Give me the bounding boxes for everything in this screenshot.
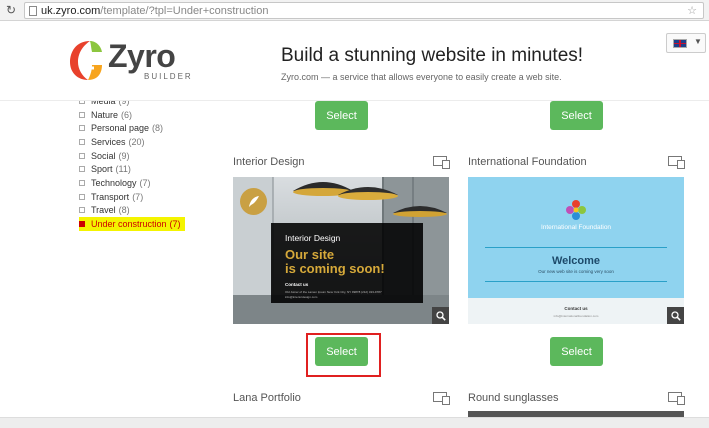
select-button[interactable]: Select [315,101,368,130]
thumb-footer: Contact us info@internationalfoundation.… [468,298,684,324]
checkbox[interactable] [79,111,85,118]
thumb-address: Old Joiner of the Lamen Ipsum New York C… [285,290,382,294]
checkbox[interactable] [79,138,85,145]
thumb-headline-1: Our site [285,247,335,262]
flower-logo-icon [566,200,586,220]
category-nature[interactable]: Nature (6) [79,108,199,122]
checkbox[interactable] [79,221,85,228]
thumb-email: info@interiordesign.com [285,295,318,299]
checkbox[interactable] [79,125,85,132]
category-personal-page[interactable]: Personal page (8) [79,121,199,135]
horizontal-scrollbar[interactable] [0,417,709,428]
template-thumbnail-international-foundation[interactable]: International Foundation Welcome Our new… [468,177,684,324]
devices-icon[interactable] [433,156,450,169]
logo-text[interactable]: Zyro [108,38,176,75]
category-services[interactable]: Services (20) [79,135,199,149]
page-subline: Zyro.com — a service that allows everyon… [281,72,562,82]
select-button-international-foundation[interactable]: Select [550,337,603,366]
checkbox[interactable] [79,207,85,214]
category-technology[interactable]: Technology (7) [79,176,199,190]
zoom-button[interactable] [667,307,684,324]
checkbox[interactable] [79,193,85,200]
devices-icon[interactable] [668,392,685,405]
feather-logo-icon [240,188,267,215]
checkbox[interactable] [79,152,85,159]
thumb-divider [485,247,667,248]
zoom-button[interactable] [432,307,449,324]
magnifier-icon [435,310,446,321]
highlight-box [306,333,381,377]
category-list: Media(9) Nature(6) Personal page(8) Serv… [79,94,199,231]
thumb-contact: Contact us [564,306,588,311]
template-title-international-foundation[interactable]: International Foundation [468,156,587,168]
chevron-down-icon: ▼ [694,37,702,46]
thumb-footer-text: info@internationalfoundation.com [553,314,599,318]
template-title-interior-design[interactable]: Interior Design [233,156,305,168]
language-selector[interactable]: ▼ [666,33,706,53]
category-transport[interactable]: Transport (7) [79,190,199,204]
category-sport[interactable]: Sport (11) [79,162,199,176]
page-icon [29,6,37,16]
address-bar[interactable]: uk.zyro.com/template/?tpl=Under+construc… [24,2,704,19]
uk-flag-icon [673,39,687,48]
site-header: Zyro BUILDER Build a stunning website in… [0,21,709,101]
select-button[interactable]: Select [550,101,603,130]
devices-icon[interactable] [433,392,450,405]
thumb-site-name: International Foundation [540,224,612,231]
template-title-round-sunglasses[interactable]: Round sunglasses [468,392,559,404]
thumb-welcome: Welcome [551,255,601,267]
category-under-construction[interactable]: Under construction (7) [79,217,185,231]
magnifier-icon [670,310,681,321]
logo-subtitle: BUILDER [144,72,193,81]
checkbox[interactable] [79,166,85,173]
thumb-divider [485,281,667,282]
category-social[interactable]: Social (9) [79,149,199,163]
zyro-logo-icon[interactable] [68,38,104,82]
thumb-contact: Contact us [285,282,309,287]
devices-icon[interactable] [668,156,685,169]
coming-soon-panel: Interior Design Our site is coming soon!… [271,223,423,303]
url-text[interactable]: uk.zyro.com/template/?tpl=Under+construc… [41,5,268,17]
template-thumbnail-interior-design[interactable]: Interior Design Our site is coming soon!… [233,177,449,324]
browser-toolbar: ↻ uk.zyro.com/template/?tpl=Under+constr… [0,0,709,21]
template-title-lana-portfolio[interactable]: Lana Portfolio [233,392,301,404]
category-travel[interactable]: Travel (8) [79,204,199,218]
thumb-headline-2: is coming soon! [285,261,385,276]
thumb-subtitle: Our new web site is coming very soon [538,269,614,274]
bookmark-star-icon[interactable]: ☆ [687,4,697,17]
thumb-site-name: Interior Design [285,233,341,243]
checkbox[interactable] [79,179,85,186]
reload-icon[interactable]: ↻ [6,3,16,17]
page-headline: Build a stunning website in minutes! [281,45,584,66]
